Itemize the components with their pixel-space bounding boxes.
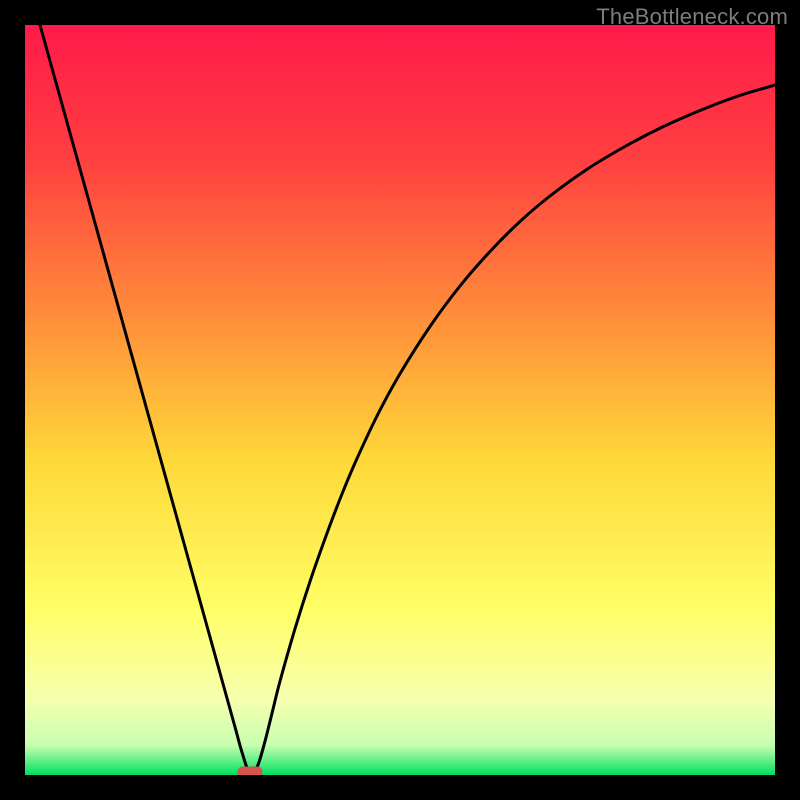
optimal-marker [238,767,262,775]
gradient-background [25,25,775,775]
watermark-text: TheBottleneck.com [596,4,788,30]
chart-frame: TheBottleneck.com [0,0,800,800]
plot-area [25,25,775,775]
bottleneck-chart [25,25,775,775]
